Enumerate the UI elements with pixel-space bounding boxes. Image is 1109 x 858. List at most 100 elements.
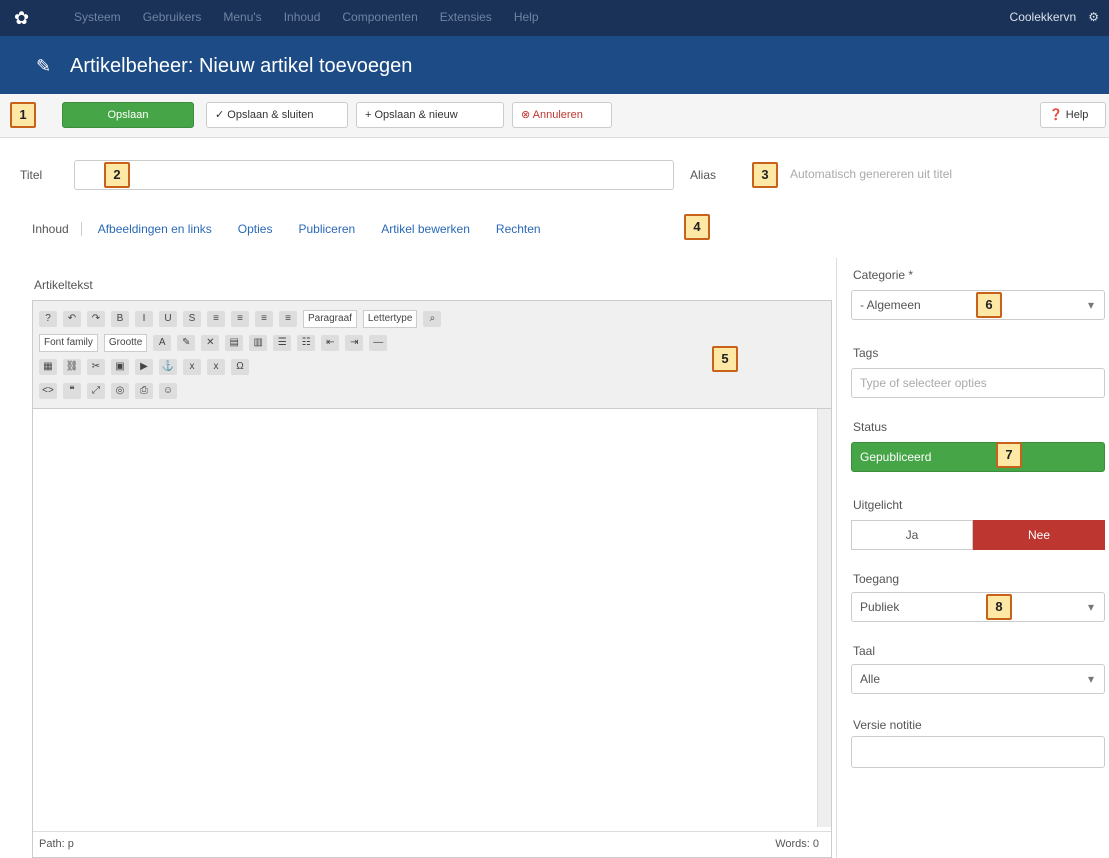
highlight-icon[interactable]: ✎ [177, 335, 196, 351]
align-left-icon[interactable]: ≡ [207, 311, 225, 327]
paste-text-icon[interactable]: ▥ [249, 335, 268, 351]
blockquote-icon[interactable]: ❝ [63, 383, 81, 399]
language-select[interactable]: Alle ▾ [851, 664, 1105, 694]
menu-item-menus[interactable]: Menu's [223, 10, 261, 24]
menu-item-help[interactable]: Help [514, 10, 539, 24]
tags-input[interactable]: Type of selecteer opties [851, 368, 1105, 398]
callout-7: 7 [996, 442, 1022, 468]
tab-publishing[interactable]: Publiceren [298, 222, 355, 236]
fullscreen-icon[interactable]: ⤢ [87, 383, 105, 399]
horizontal-rule-icon[interactable]: ― [369, 335, 388, 351]
menu-item-extensions[interactable]: Extensies [440, 10, 492, 24]
cancel-label: Annuleren [532, 109, 583, 121]
gear-icon[interactable]: ⚙ [1088, 10, 1099, 24]
emoticon-icon[interactable]: ☺ [159, 383, 177, 399]
help-button[interactable]: ❓ Help [1040, 102, 1106, 128]
remove-format-icon[interactable]: ✕ [201, 335, 220, 351]
chevron-down-icon: ▾ [1087, 298, 1094, 312]
undo-icon[interactable]: ↶ [63, 311, 81, 327]
menu-item-users[interactable]: Gebruikers [143, 10, 202, 24]
editor-scrollbar[interactable] [817, 409, 831, 827]
title-input[interactable] [74, 160, 674, 190]
callout-6: 6 [976, 292, 1002, 318]
featured-toggle: Ja Nee [851, 520, 1105, 550]
link-icon[interactable]: ⛓ [63, 359, 81, 375]
joomla-logo-icon[interactable]: ✿ [14, 7, 36, 29]
font-family-select[interactable]: Font family [39, 334, 98, 352]
align-center-icon[interactable]: ≡ [231, 311, 249, 327]
version-note-input[interactable] [851, 736, 1105, 768]
editor-toolbar-row: ▦ ⛓ ✂ ▣ ▶ ⚓ x x Ω [39, 355, 825, 379]
help-label: Help [1065, 109, 1089, 121]
cancel-button[interactable]: ⊗ Annuleren [512, 102, 612, 128]
find-icon[interactable]: ⌕ [423, 311, 442, 327]
save-new-button[interactable]: + Opslaan & nieuw [356, 102, 504, 128]
paste-icon[interactable]: ▤ [225, 335, 244, 351]
format-select[interactable]: Paragraaf [303, 310, 357, 328]
content-tabs: Inhoud Afbeeldingen en links Opties Publ… [32, 214, 567, 244]
tab-edit-article[interactable]: Artikel bewerken [381, 222, 470, 236]
callout-3: 3 [752, 162, 778, 188]
help-icon[interactable]: ? [39, 311, 57, 327]
subscript-icon[interactable]: x [183, 359, 201, 375]
redo-icon[interactable]: ↷ [87, 311, 105, 327]
number-list-icon[interactable]: ☷ [297, 335, 316, 351]
anchor-icon[interactable]: ⚓ [159, 359, 177, 375]
element-path: Path: p [39, 838, 74, 850]
article-sidebar: Categorie * - Algemeen ▾ Tags Type of se… [836, 258, 1109, 858]
indent-icon[interactable]: ⇥ [345, 335, 364, 351]
save-close-button[interactable]: ✓ Opslaan & sluiten [206, 102, 348, 128]
callout-5: 5 [712, 346, 738, 372]
bold-icon[interactable]: B [111, 311, 129, 327]
tab-permissions[interactable]: Rechten [496, 222, 541, 236]
article-editor: ? ↶ ↷ B I U S ≡ ≡ ≡ ≡ Paragraaf Letterty… [32, 300, 832, 858]
featured-yes-button[interactable]: Nee [973, 520, 1105, 550]
table-icon[interactable]: ▦ [39, 359, 57, 375]
justify-icon[interactable]: ≡ [279, 311, 297, 327]
outdent-icon[interactable]: ⇤ [321, 335, 340, 351]
tags-label: Tags [853, 346, 879, 360]
font-select[interactable]: Lettertype [362, 310, 418, 328]
code-icon[interactable]: <> [39, 383, 57, 399]
bullet-list-icon[interactable]: ☰ [273, 335, 292, 351]
callout-8: 8 [986, 594, 1012, 620]
status-select[interactable]: Gepubliceerd [851, 442, 1105, 472]
size-select[interactable]: Grootte [103, 334, 148, 352]
tab-content[interactable]: Inhoud [32, 222, 82, 236]
tab-options[interactable]: Opties [238, 222, 273, 236]
editor-content-area[interactable] [33, 409, 817, 827]
save-new-label: Opslaan & nieuw [374, 109, 458, 121]
access-select[interactable]: Publiek ▾ [851, 592, 1105, 622]
special-char-icon[interactable]: Ω [231, 359, 249, 375]
language-label: Taal [853, 644, 876, 658]
alias-placeholder: Automatisch genereren uit titel [790, 167, 953, 181]
access-value: Publiek [860, 600, 900, 614]
site-link[interactable]: Coolekkervn [1010, 10, 1077, 24]
save-button[interactable]: Opslaan [62, 102, 194, 128]
text-color-icon[interactable]: A [153, 335, 172, 351]
alias-input[interactable]: Automatisch genereren uit titel [782, 160, 992, 190]
print-icon[interactable]: ⎙ [135, 383, 153, 399]
tags-placeholder: Type of selecteer opties [860, 376, 987, 390]
callout-2: 2 [104, 162, 130, 188]
menu-item-content[interactable]: Inhoud [284, 10, 321, 24]
menu-item-system[interactable]: Systeem [74, 10, 121, 24]
italic-icon[interactable]: I [135, 311, 153, 327]
unlink-icon[interactable]: ✂ [87, 359, 105, 375]
featured-no-button[interactable]: Ja [851, 520, 973, 550]
superscript-icon[interactable]: x [207, 359, 225, 375]
editor-label: Artikeltekst [34, 278, 93, 292]
page-header: ✎ Artikelbeheer: Nieuw artikel toevoegen [0, 36, 1109, 94]
tab-images-links[interactable]: Afbeeldingen en links [98, 222, 212, 236]
preview-icon[interactable]: ◎ [111, 383, 129, 399]
chevron-down-icon: ▾ [1087, 672, 1094, 686]
alias-label: Alias [690, 168, 717, 182]
align-right-icon[interactable]: ≡ [255, 311, 273, 327]
image-icon[interactable]: ▣ [111, 359, 129, 375]
strikethrough-icon[interactable]: S [183, 311, 201, 327]
menu-item-components[interactable]: Componenten [342, 10, 417, 24]
word-count: Words: 0 [775, 838, 819, 850]
callout-1: 1 [10, 102, 36, 128]
underline-icon[interactable]: U [159, 311, 177, 327]
media-icon[interactable]: ▶ [135, 359, 153, 375]
